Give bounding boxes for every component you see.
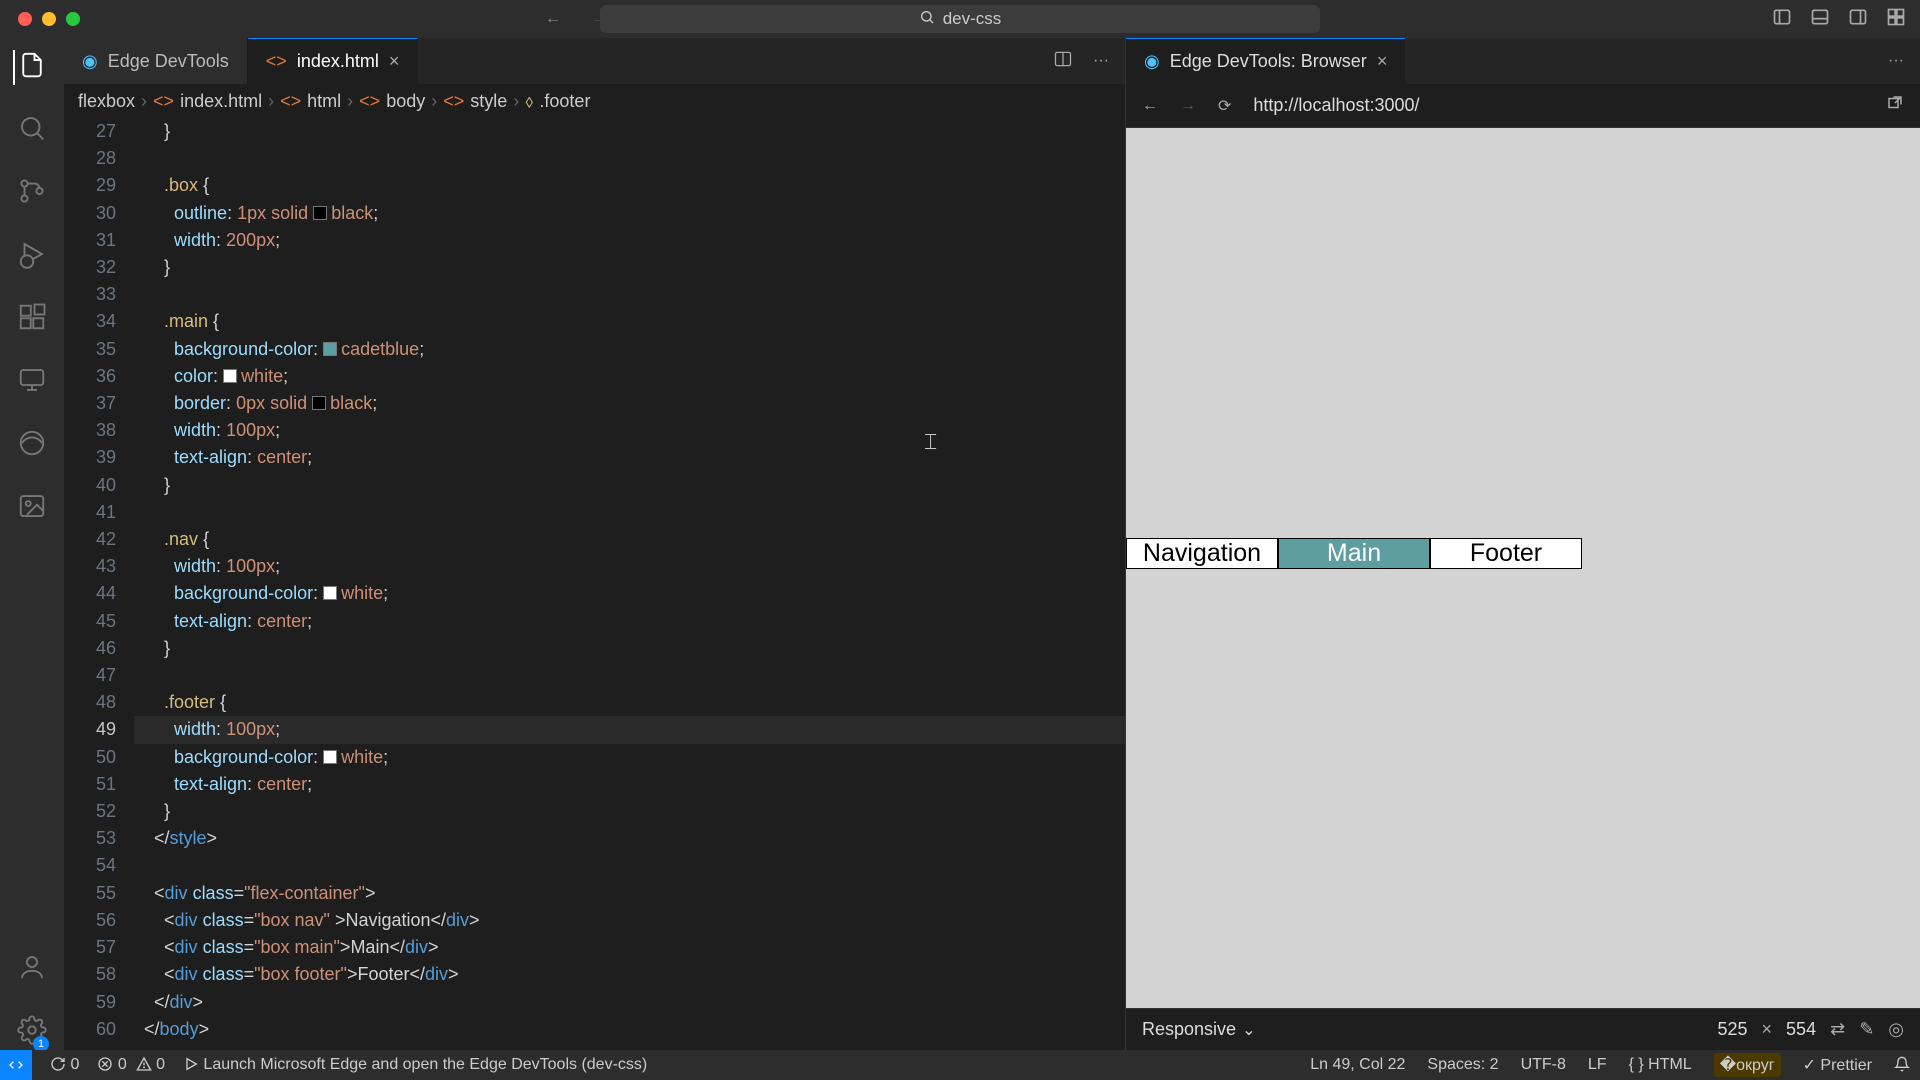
- crumb[interactable]: index.html: [180, 91, 262, 112]
- html-file-icon: <>: [266, 51, 287, 72]
- tab-label: Edge DevTools: [108, 51, 229, 72]
- source-control-icon[interactable]: [17, 176, 47, 211]
- code-body[interactable]: } .box { outline: 1px solid black; width…: [134, 118, 1125, 1050]
- css-selector-icon: ⬨: [525, 91, 533, 112]
- back-button[interactable]: ←: [545, 10, 561, 28]
- sync-status[interactable]: 0: [50, 1056, 79, 1074]
- tab-label: Edge DevTools: Browser: [1170, 51, 1367, 72]
- titlebar: ← → dev-css: [0, 0, 1920, 38]
- tab-edge-devtools[interactable]: ◉ Edge DevTools: [64, 38, 248, 84]
- crumb[interactable]: body: [386, 91, 425, 112]
- search-text: dev-css: [943, 9, 1002, 29]
- remote-button[interactable]: [0, 1050, 32, 1080]
- port-status[interactable]: �округ: [1714, 1053, 1781, 1077]
- chevron-down-icon: ⌄: [1242, 1020, 1255, 1040]
- eol-status[interactable]: LF: [1588, 1056, 1607, 1074]
- inблагодаря-icon[interactable]: ◎: [1888, 1019, 1904, 1040]
- tab-label: index.html: [297, 51, 379, 72]
- prettier-status[interactable]: ✓ Prettier: [1803, 1055, 1872, 1075]
- tab-edge-browser[interactable]: ◉ Edge DevTools: Browser ×: [1126, 38, 1405, 84]
- command-center[interactable]: dev-css: [600, 5, 1320, 33]
- explorer-icon[interactable]: [13, 50, 47, 85]
- close-icon[interactable]: ×: [1377, 51, 1388, 72]
- text-cursor-icon: ⌶: [924, 428, 937, 455]
- customize-layout-icon[interactable]: [1886, 7, 1906, 32]
- device-toolbar: Responsive ⌄ 525 × 554 ⇄ ✎ ◎: [1126, 1008, 1920, 1050]
- tag-icon: <>: [359, 91, 380, 112]
- problems-status[interactable]: 0 0: [97, 1056, 165, 1074]
- split-editor-icon[interactable]: [1053, 49, 1073, 74]
- crumb[interactable]: style: [470, 91, 507, 112]
- tab-index-html[interactable]: <> index.html ×: [248, 38, 419, 84]
- url-field[interactable]: http://localhost:3000/: [1253, 95, 1419, 116]
- html-file-icon: <>: [153, 91, 174, 112]
- close-window-button[interactable]: [18, 12, 32, 26]
- status-bar: 0 0 0 Launch Microsoft Edge and open the…: [0, 1050, 1920, 1080]
- crumb[interactable]: flexbox: [78, 91, 135, 112]
- editor-group: ◉ Edge DevTools <> index.html × ··· flex…: [64, 38, 1126, 1050]
- preview-tabs: ◉ Edge DevTools: Browser × ···: [1126, 38, 1920, 84]
- more-actions-icon[interactable]: ···: [1093, 52, 1109, 70]
- back-button[interactable]: ←: [1142, 97, 1158, 115]
- rotate-icon[interactable]: ⇄: [1830, 1019, 1845, 1040]
- launch-task[interactable]: Launch Microsoft Edge and open the Edge …: [183, 1056, 647, 1074]
- crumb[interactable]: .footer: [539, 91, 590, 112]
- close-icon[interactable]: ×: [389, 51, 400, 72]
- times-icon: ×: [1762, 1019, 1773, 1040]
- viewport-height[interactable]: 554: [1786, 1019, 1816, 1040]
- title-actions: [1772, 7, 1906, 32]
- breadcrumbs[interactable]: flexbox› <> index.html› <> html› <> body…: [64, 84, 1125, 118]
- edge-devtools-icon[interactable]: [17, 428, 47, 463]
- image-icon[interactable]: [17, 491, 47, 526]
- search-icon[interactable]: [17, 113, 47, 148]
- code-editor[interactable]: 2728293031323334353637383940414243444546…: [64, 118, 1125, 1050]
- history-nav: ← →: [545, 10, 607, 28]
- layout-sidebar-left-icon[interactable]: [1772, 7, 1792, 32]
- line-gutter: 2728293031323334353637383940414243444546…: [64, 118, 134, 1050]
- settings-icon[interactable]: 1: [17, 1015, 47, 1050]
- rendered-nav-box: Navigation: [1126, 538, 1278, 569]
- language-mode[interactable]: { } HTML: [1629, 1056, 1692, 1074]
- reload-button[interactable]: ⟳: [1218, 96, 1231, 116]
- edge-icon: ◉: [82, 51, 98, 72]
- crumb[interactable]: html: [307, 91, 341, 112]
- editor-tabs: ◉ Edge DevTools <> index.html × ···: [64, 38, 1125, 84]
- rendered-flex-container: Navigation Main Footer: [1126, 538, 1582, 569]
- open-external-icon[interactable]: [1886, 94, 1904, 117]
- browser-viewport[interactable]: Navigation Main Footer: [1126, 128, 1920, 1008]
- search-icon: [919, 9, 935, 30]
- edge-icon: ◉: [1144, 51, 1160, 72]
- run-debug-icon[interactable]: [17, 239, 47, 274]
- notifications-icon[interactable]: [1894, 1056, 1910, 1074]
- window-controls: [0, 12, 80, 26]
- layout-panel-icon[interactable]: [1810, 7, 1830, 32]
- tag-icon: <>: [443, 91, 464, 112]
- activity-bar: 1: [0, 38, 64, 1050]
- more-actions-icon[interactable]: ···: [1888, 52, 1904, 70]
- tag-icon: <>: [280, 91, 301, 112]
- layout-sidebar-right-icon[interactable]: [1848, 7, 1868, 32]
- preview-panel: ◉ Edge DevTools: Browser × ··· ← → ⟳ htt…: [1126, 38, 1920, 1050]
- indent-status[interactable]: Spaces: 2: [1427, 1056, 1498, 1074]
- device-label: Responsive: [1142, 1019, 1236, 1040]
- encoding-status[interactable]: UTF-8: [1521, 1056, 1566, 1074]
- minimize-window-button[interactable]: [42, 12, 56, 26]
- edit-icon[interactable]: ✎: [1859, 1019, 1874, 1040]
- maximize-window-button[interactable]: [66, 12, 80, 26]
- forward-button[interactable]: →: [1180, 97, 1196, 115]
- cursor-position[interactable]: Ln 49, Col 22: [1310, 1056, 1405, 1074]
- extensions-icon[interactable]: [17, 302, 47, 337]
- remote-explorer-icon[interactable]: [17, 365, 47, 400]
- device-select[interactable]: Responsive ⌄: [1142, 1019, 1255, 1040]
- rendered-footer-box: Footer: [1430, 538, 1582, 569]
- rendered-main-box: Main: [1278, 538, 1430, 569]
- accounts-icon[interactable]: [17, 952, 47, 987]
- viewport-width[interactable]: 525: [1717, 1019, 1747, 1040]
- browser-toolbar: ← → ⟳ http://localhost:3000/: [1126, 84, 1920, 128]
